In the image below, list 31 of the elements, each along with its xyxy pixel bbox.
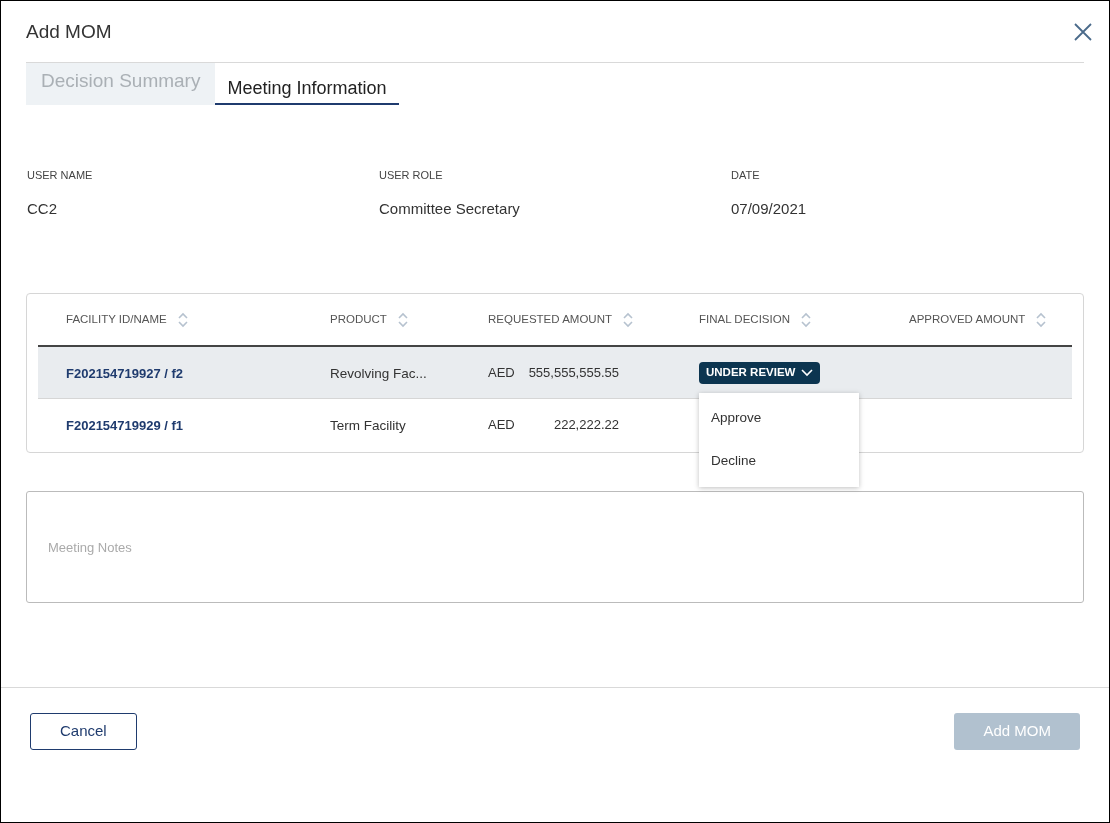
status-dropdown[interactable]: UNDER REVIEW [699, 361, 821, 384]
field-value: CC2 [27, 198, 58, 219]
field-label: DATE [731, 168, 761, 183]
column-header: FINAL DECISION [699, 311, 790, 327]
sort-icon[interactable] [396, 310, 409, 329]
facility-link[interactable]: F202154719927 / f2 [66, 365, 184, 381]
close-icon[interactable] [1073, 22, 1093, 42]
currency-code: AED [488, 363, 516, 382]
chevron-down-icon [801, 368, 814, 377]
sort-icon[interactable] [799, 310, 812, 329]
column-header: REQUESTED AMOUNT [488, 311, 612, 327]
facility-link[interactable]: F202154719929 / f1 [66, 418, 184, 433]
column-header: FACILITY ID/NAME [66, 311, 167, 327]
currency-code: AED [488, 416, 516, 435]
table-cell: Revolving Fac... [330, 365, 427, 381]
field-value: Committee Secretary [379, 198, 521, 219]
field-label: USER NAME [27, 168, 94, 183]
sort-icon[interactable] [621, 310, 634, 329]
field-value: 07/09/2021 [731, 198, 808, 219]
column-header: APPROVED AMOUNT [909, 311, 1026, 327]
amount-value: 222,222.22 [552, 416, 619, 435]
table-cell: Term Facility [330, 418, 406, 433]
field-label: USER ROLE [379, 168, 444, 183]
dialog-title: Add MOM [26, 19, 112, 44]
sort-icon[interactable] [1035, 310, 1048, 329]
cancel-button[interactable]: Cancel [30, 713, 137, 750]
amount-value: 555,555,555.55 [527, 363, 619, 382]
notes-field[interactable]: Meeting Notes [26, 491, 1084, 603]
sort-icon[interactable] [176, 310, 189, 329]
column-header: PRODUCT [330, 311, 387, 327]
menu-item[interactable]: Approve [699, 396, 859, 440]
